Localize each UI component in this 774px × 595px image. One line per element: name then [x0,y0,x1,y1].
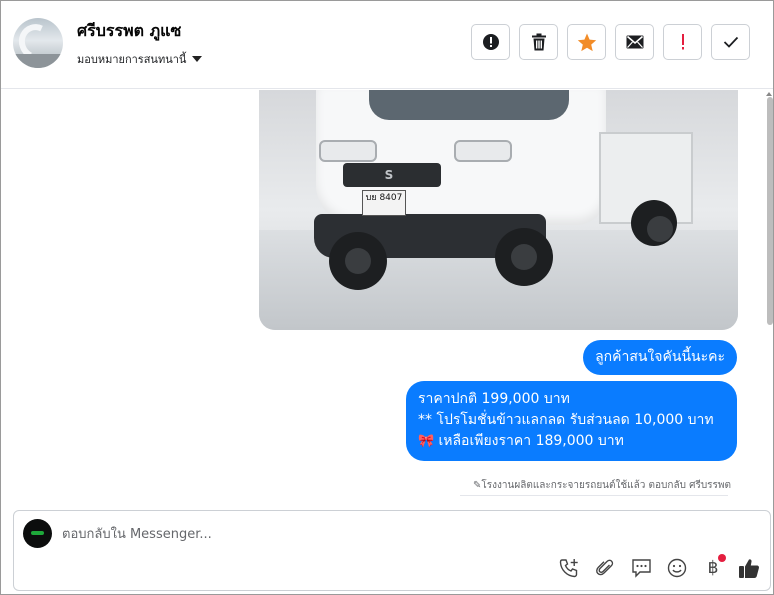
smiley-icon [667,558,687,578]
message-text: ลูกค้าสนใจคันนี้นะคะ [595,349,725,365]
reply-meta: ✎โรงงานผลิตและกระจายรถยนต์ใช้แล้ว ตอบกลั… [473,478,731,493]
header-actions [471,24,750,60]
chat-bubble-icon [631,559,651,578]
checkmark-icon [723,36,738,48]
trash-icon [531,33,546,51]
thumbs-up-icon [739,559,759,578]
divider [460,495,728,496]
message-line: ราคาปกติ 199,000 บาท [418,391,570,407]
contact-name[interactable]: ศรีบรรพต ภูแซ [77,19,181,44]
scroll-up-arrow-icon[interactable] [766,92,772,96]
paperclip-icon [596,559,614,576]
assign-label: มอบหมายการสนทนานี้ [77,53,187,66]
exclamation-icon [681,34,684,50]
delete-button[interactable] [519,24,558,60]
envelope-icon [626,35,643,49]
message-thread[interactable]: S บย 8407 ลูกค้าสนใจคันนี้นะคะ ราคาปกติ … [1,90,773,508]
license-plate: บย 8407 [362,190,406,216]
wheel-image [495,228,553,286]
emoji-button[interactable] [666,557,688,579]
page-avatar [23,519,52,548]
like-button[interactable] [738,557,760,579]
star-icon [577,33,596,51]
scrollbar-thumb[interactable] [767,97,773,325]
caret-down-icon [192,56,203,62]
notification-dot [718,554,726,562]
phone-plus-icon [559,559,578,578]
message-bubble[interactable]: ราคาปกติ 199,000 บาท ** โปรโมชั่นข้าวแลก… [406,381,737,461]
reply-composer: ฿ [13,510,771,591]
composer-tools: ฿ [558,554,760,579]
contact-avatar[interactable] [13,18,63,68]
reply-meta-text: โรงงานผลิตและกระจายรถยนต์ใช้แล้ว ตอบกลับ… [481,480,731,491]
mark-unread-button[interactable] [615,24,654,60]
assign-conversation-dropdown[interactable]: มอบหมายการสนทนานี้ [77,50,203,68]
truck-photo-attachment[interactable]: S บย 8407 [259,90,738,330]
star-button[interactable] [567,24,606,60]
reply-input[interactable] [62,524,752,544]
message-line: ** โปรโมชั่นข้าวแลกลด รับส่วนลด 10,000 บ… [418,412,714,428]
ribbon-emoji-icon: 🎀 [418,434,435,449]
baht-icon: ฿ [707,558,719,578]
payment-button[interactable]: ฿ [702,554,726,579]
message-bubble[interactable]: ลูกค้าสนใจคันนี้นะคะ [583,340,737,375]
conversation-header: ศรีบรรพต ภูแซ มอบหมายการสนทนานี้ [1,1,773,89]
messenger-window: ศรีบรรพต ภูแซ มอบหมายการสนทนานี้ S บย 84… [0,0,774,595]
wheel-image [631,200,677,246]
saved-replies-button[interactable] [630,557,652,579]
wheel-image [329,232,387,290]
message-line: เหลือเพียงราคา 189,000 บาท [438,433,624,449]
exclamation-circle-icon [482,34,499,50]
done-button[interactable] [711,24,750,60]
call-button[interactable] [558,557,580,579]
attach-button[interactable] [594,557,616,579]
spam-button[interactable] [663,24,702,60]
report-button[interactable] [471,24,510,60]
suzuki-logo-icon: S [384,168,394,182]
